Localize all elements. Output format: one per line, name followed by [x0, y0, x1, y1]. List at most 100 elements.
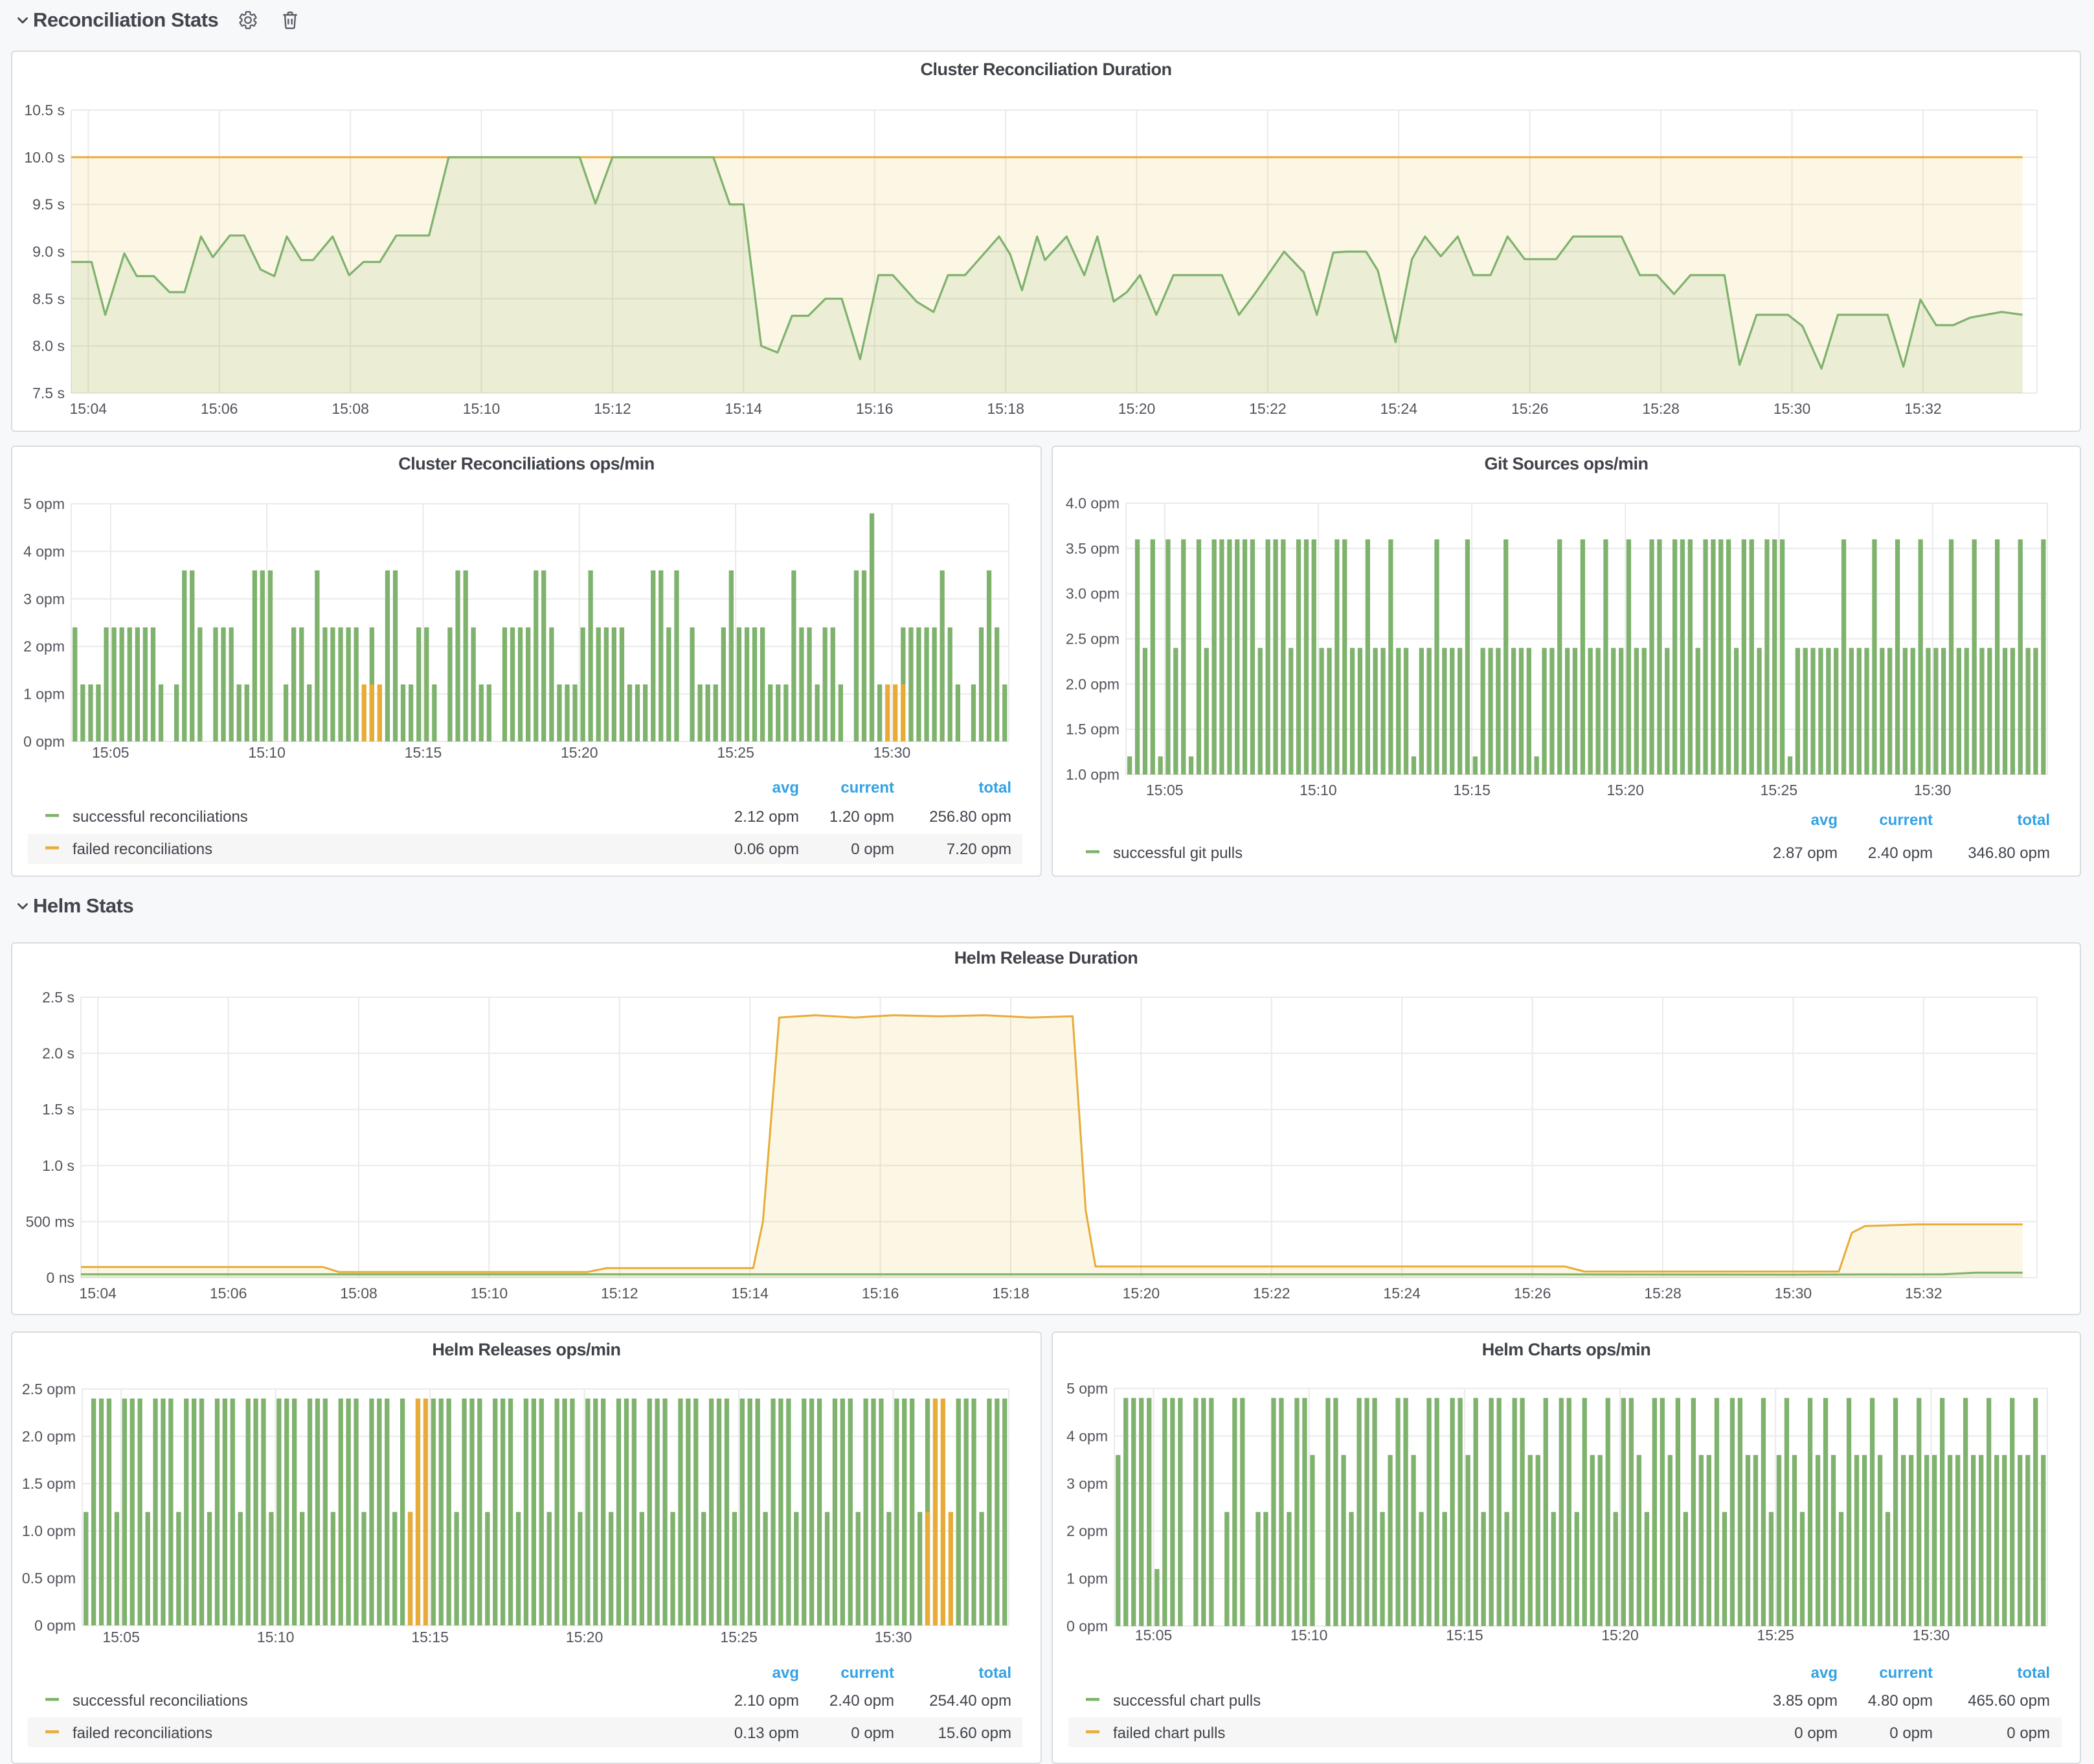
svg-text:2.40 opm: 2.40 opm — [829, 1692, 894, 1710]
svg-text:2.40 opm: 2.40 opm — [1868, 844, 1933, 862]
svg-text:15:20: 15:20 — [1118, 400, 1156, 417]
svg-text:1 opm: 1 opm — [23, 686, 65, 703]
svg-text:9.5 s: 9.5 s — [32, 196, 65, 213]
svg-text:15:25: 15:25 — [720, 1629, 758, 1645]
svg-text:15:24: 15:24 — [1380, 400, 1418, 417]
svg-text:0 ns: 0 ns — [47, 1269, 74, 1286]
svg-text:0 opm: 0 opm — [851, 841, 894, 858]
svg-text:successful reconciliations: successful reconciliations — [73, 1692, 248, 1710]
svg-text:15:20: 15:20 — [1123, 1285, 1160, 1302]
svg-text:9.0 s: 9.0 s — [32, 243, 65, 260]
svg-text:15:28: 15:28 — [1642, 400, 1680, 417]
svg-text:7.20 opm: 7.20 opm — [947, 841, 1011, 858]
svg-text:465.60 opm: 465.60 opm — [1968, 1692, 2050, 1710]
svg-text:15:05: 15:05 — [1146, 782, 1184, 798]
svg-text:15:30: 15:30 — [1775, 1285, 1812, 1302]
svg-text:8.5 s: 8.5 s — [32, 290, 65, 307]
svg-text:current: current — [1879, 811, 1933, 829]
svg-text:total: total — [2017, 1664, 2050, 1682]
svg-text:1.5 s: 1.5 s — [42, 1101, 74, 1118]
svg-text:0.06 opm: 0.06 opm — [734, 841, 799, 858]
svg-text:15:32: 15:32 — [1905, 1285, 1942, 1302]
svg-text:4 opm: 4 opm — [23, 543, 65, 560]
svg-text:1.5 opm: 1.5 opm — [22, 1475, 76, 1492]
svg-text:15:24: 15:24 — [1383, 1285, 1421, 1302]
svg-text:2.0 opm: 2.0 opm — [22, 1428, 76, 1445]
svg-text:0 opm: 0 opm — [23, 733, 65, 750]
svg-text:2.5 s: 2.5 s — [42, 989, 74, 1006]
svg-text:1.0 opm: 1.0 opm — [22, 1522, 76, 1539]
svg-text:4.0 opm: 4.0 opm — [1066, 495, 1120, 512]
svg-text:1.0 s: 1.0 s — [42, 1157, 74, 1174]
svg-text:successful reconciliations: successful reconciliations — [73, 808, 248, 826]
svg-text:15:20: 15:20 — [1607, 782, 1645, 798]
svg-text:2.5 opm: 2.5 opm — [22, 1381, 76, 1397]
svg-text:346.80 opm: 346.80 opm — [1968, 844, 2050, 862]
svg-text:0 opm: 0 opm — [2007, 1724, 2050, 1742]
svg-text:3 opm: 3 opm — [1066, 1475, 1108, 1492]
svg-text:3.0 opm: 3.0 opm — [1066, 585, 1120, 602]
svg-text:15:04: 15:04 — [79, 1285, 117, 1302]
svg-text:total: total — [2017, 811, 2050, 829]
svg-text:5 opm: 5 opm — [23, 495, 65, 512]
svg-text:15:12: 15:12 — [594, 400, 631, 417]
svg-text:15:25: 15:25 — [717, 744, 754, 761]
svg-text:failed reconciliations: failed reconciliations — [73, 841, 212, 858]
svg-text:15:25: 15:25 — [1757, 1627, 1794, 1644]
svg-text:15:26: 15:26 — [1514, 1285, 1551, 1302]
svg-text:0 opm: 0 opm — [1066, 1618, 1108, 1634]
svg-text:15:16: 15:16 — [856, 400, 894, 417]
svg-text:1.5 opm: 1.5 opm — [1066, 721, 1120, 738]
svg-text:15:14: 15:14 — [731, 1285, 769, 1302]
svg-text:0 opm: 0 opm — [1794, 1724, 1838, 1742]
svg-text:15:30: 15:30 — [1914, 782, 1952, 798]
svg-text:15:32: 15:32 — [1904, 400, 1942, 417]
svg-text:15:30: 15:30 — [875, 1629, 912, 1645]
svg-text:15:10: 15:10 — [257, 1629, 295, 1645]
svg-text:15:05: 15:05 — [92, 744, 129, 761]
svg-text:successful chart pulls: successful chart pulls — [1113, 1692, 1261, 1710]
svg-text:15:26: 15:26 — [1511, 400, 1549, 417]
svg-text:7.5 s: 7.5 s — [32, 385, 65, 401]
svg-text:0.13 opm: 0.13 opm — [734, 1724, 799, 1742]
svg-text:3 opm: 3 opm — [23, 591, 65, 607]
svg-text:0 opm: 0 opm — [851, 1724, 894, 1742]
svg-text:2.5 opm: 2.5 opm — [1066, 631, 1120, 648]
svg-text:15:20: 15:20 — [1601, 1627, 1639, 1644]
svg-text:15:18: 15:18 — [987, 400, 1024, 417]
svg-text:3.85 opm: 3.85 opm — [1773, 1692, 1838, 1710]
svg-text:15:08: 15:08 — [332, 400, 369, 417]
svg-text:15:30: 15:30 — [873, 744, 911, 761]
svg-text:15:20: 15:20 — [561, 744, 598, 761]
svg-text:0 opm: 0 opm — [34, 1617, 76, 1634]
svg-text:15:30: 15:30 — [1913, 1627, 1950, 1644]
svg-text:15:15: 15:15 — [405, 744, 442, 761]
svg-text:avg: avg — [1811, 1664, 1838, 1682]
svg-text:1.0 opm: 1.0 opm — [1066, 766, 1120, 783]
svg-text:0 opm: 0 opm — [1889, 1724, 1933, 1742]
svg-text:avg: avg — [772, 1664, 799, 1682]
svg-text:2.87 opm: 2.87 opm — [1773, 844, 1838, 862]
svg-text:15:18: 15:18 — [992, 1285, 1030, 1302]
svg-text:15:10: 15:10 — [1290, 1627, 1328, 1644]
svg-text:15:10: 15:10 — [248, 744, 286, 761]
svg-text:failed chart pulls: failed chart pulls — [1113, 1724, 1225, 1742]
svg-text:current: current — [1879, 1664, 1933, 1682]
svg-text:15:20: 15:20 — [566, 1629, 603, 1645]
svg-text:15:22: 15:22 — [1253, 1285, 1290, 1302]
svg-text:5 opm: 5 opm — [1066, 1380, 1108, 1397]
svg-text:current: current — [840, 1664, 894, 1682]
svg-text:256.80 opm: 256.80 opm — [929, 808, 1011, 826]
svg-text:total: total — [978, 779, 1011, 797]
svg-text:2.10 opm: 2.10 opm — [734, 1692, 799, 1710]
svg-text:15:15: 15:15 — [1453, 782, 1491, 798]
svg-text:15:10: 15:10 — [471, 1285, 508, 1302]
svg-text:15:04: 15:04 — [70, 400, 107, 417]
svg-text:10.5 s: 10.5 s — [24, 102, 65, 119]
svg-text:15:28: 15:28 — [1644, 1285, 1682, 1302]
svg-text:254.40 opm: 254.40 opm — [929, 1692, 1011, 1710]
svg-text:4.80 opm: 4.80 opm — [1868, 1692, 1933, 1710]
svg-text:2 opm: 2 opm — [1066, 1522, 1108, 1539]
svg-text:successful git pulls: successful git pulls — [1113, 844, 1243, 862]
svg-text:15:06: 15:06 — [201, 400, 238, 417]
